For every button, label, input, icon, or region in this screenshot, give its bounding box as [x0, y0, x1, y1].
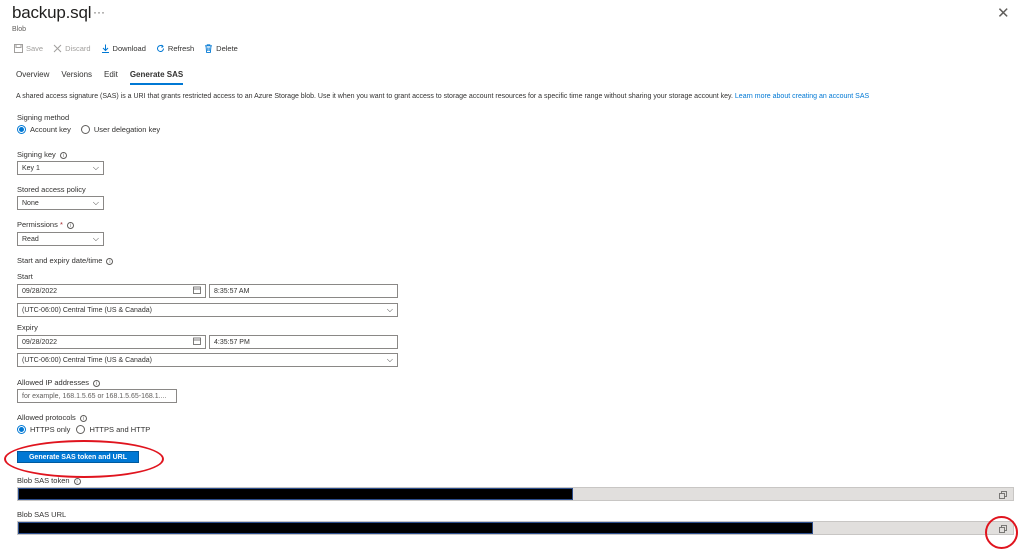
radio-https-and-http[interactable]: HTTPS and HTTP	[76, 425, 150, 434]
radio-selected-icon	[17, 125, 26, 134]
expiry-time-value: 4:35:57 PM	[214, 338, 250, 346]
permissions-value: Read	[22, 235, 39, 243]
annotation-circle-copy	[985, 516, 1018, 549]
close-button[interactable]: ✕	[997, 4, 1010, 22]
chevron-down-icon: ⌵	[386, 355, 393, 364]
radio-unselected-icon	[80, 125, 90, 134]
delete-button[interactable]: Delete	[204, 44, 238, 53]
redaction-bar	[18, 488, 573, 500]
delete-label: Delete	[216, 43, 238, 53]
stored-policy-value: None	[22, 199, 39, 207]
sas-token-field[interactable]	[17, 487, 1014, 501]
download-icon	[101, 44, 110, 53]
protocols-label: Allowed protocols i	[17, 413, 87, 422]
expiry-timezone-value: (UTC-06:00) Central Time (US & Canada)	[22, 356, 152, 364]
info-icon[interactable]: i	[93, 379, 100, 387]
info-icon[interactable]: i	[59, 151, 67, 159]
discard-label: Discard	[65, 43, 91, 53]
info-icon[interactable]: i	[106, 257, 114, 265]
calendar-icon[interactable]	[193, 286, 201, 296]
protocols-radio-group: HTTPS only HTTPS and HTTP	[17, 425, 150, 434]
permissions-label: Permissions * i	[17, 220, 74, 229]
radio-account-key-label: Account key	[30, 125, 71, 134]
refresh-label: Refresh	[167, 43, 195, 53]
sas-url-label: Blob SAS URL	[17, 510, 67, 519]
radio-https-and-http-label: HTTPS and HTTP	[89, 425, 151, 434]
expiry-date-input[interactable]: 09/28/2022	[17, 335, 206, 349]
page-title: backup.sql	[12, 3, 92, 22]
download-label: Download	[112, 43, 146, 53]
sas-description: A shared access signature (SAS) is a URI…	[16, 93, 869, 100]
radio-user-delegation-label: User delegation key	[93, 125, 161, 134]
description-text: A shared access signature (SAS) is a URI…	[16, 93, 733, 100]
info-icon[interactable]: i	[73, 477, 81, 485]
page-subtitle: Blob	[12, 26, 27, 33]
sas-token-label-text: Blob SAS token	[17, 476, 70, 485]
signing-key-label-text: Signing key	[17, 150, 56, 159]
discard-button[interactable]: Discard	[53, 43, 91, 53]
refresh-icon	[156, 44, 165, 53]
save-label: Save	[26, 43, 44, 53]
start-time-input[interactable]: 8:35:57 AM	[209, 284, 398, 298]
protocols-label-text: Allowed protocols	[17, 413, 76, 422]
command-bar: Save Discard Download Refresh Delete	[14, 42, 248, 54]
signing-method-label: Signing method	[17, 113, 70, 122]
radio-selected-icon	[17, 425, 26, 434]
redaction-bar	[18, 522, 813, 534]
allowed-ip-input[interactable]: for example, 168.1.5.65 or 168.1.5.65-16…	[17, 389, 177, 403]
start-timezone-value: (UTC-06:00) Central Time (US & Canada)	[22, 306, 152, 314]
radio-account-key[interactable]: Account key	[17, 125, 71, 134]
calendar-icon[interactable]	[193, 337, 201, 347]
info-icon[interactable]: i	[66, 221, 74, 229]
stored-policy-dropdown[interactable]: None ⌵	[17, 196, 104, 210]
stored-policy-label: Stored access policy	[17, 185, 86, 194]
ip-label: Allowed IP addresses i	[17, 378, 100, 387]
expiry-timezone-dropdown[interactable]: (UTC-06:00) Central Time (US & Canada) ⌵	[17, 353, 398, 367]
expiry-time-input[interactable]: 4:35:57 PM	[209, 335, 398, 349]
radio-user-delegation-key[interactable]: User delegation key	[80, 125, 161, 134]
chevron-down-icon: ⌵	[386, 305, 393, 314]
tab-generate-sas[interactable]: Generate SAS	[129, 70, 184, 85]
start-label: Start	[17, 272, 33, 281]
required-marker: *	[59, 220, 63, 229]
start-time-value: 8:35:57 AM	[214, 287, 250, 295]
annotation-circle-generate	[4, 440, 164, 478]
expiry-label: Expiry	[17, 323, 38, 332]
start-timezone-dropdown[interactable]: (UTC-06:00) Central Time (US & Canada) ⌵	[17, 303, 398, 317]
more-options-button[interactable]: ···	[93, 5, 105, 19]
tab-bar: Overview Versions Edit Generate SAS	[16, 70, 184, 85]
copy-icon[interactable]	[999, 491, 1007, 499]
trash-icon	[204, 43, 213, 53]
chevron-down-icon: ⌵	[92, 198, 99, 207]
radio-https-only[interactable]: HTTPS only	[17, 425, 70, 434]
radio-https-only-label: HTTPS only	[30, 425, 71, 434]
permissions-dropdown[interactable]: Read ⌵	[17, 232, 104, 246]
start-date-input[interactable]: 09/28/2022	[17, 284, 206, 298]
expiry-date-value: 09/28/2022	[22, 338, 58, 346]
info-icon[interactable]: i	[79, 414, 87, 422]
save-button[interactable]: Save	[14, 43, 44, 53]
radio-unselected-icon	[76, 425, 86, 434]
download-button[interactable]: Download	[101, 44, 146, 53]
save-icon	[14, 43, 23, 53]
datetime-label: Start and expiry date/time i	[17, 256, 114, 265]
signing-key-value: Key 1	[22, 164, 40, 172]
datetime-label-text: Start and expiry date/time	[17, 256, 103, 265]
tab-edit[interactable]: Edit	[104, 70, 118, 85]
ip-label-text: Allowed IP addresses	[17, 378, 89, 387]
signing-method-radio-group: Account key User delegation key	[17, 125, 160, 134]
signing-key-label: Signing key i	[17, 150, 67, 159]
sas-url-field[interactable]	[17, 521, 1014, 535]
refresh-button[interactable]: Refresh	[156, 44, 194, 53]
tab-overview[interactable]: Overview	[16, 70, 49, 85]
allowed-ip-placeholder: for example, 168.1.5.65 or 168.1.5.65-16…	[22, 392, 167, 400]
chevron-down-icon: ⌵	[92, 234, 99, 243]
discard-icon	[53, 44, 62, 53]
tab-versions[interactable]: Versions	[61, 70, 92, 85]
learn-more-link[interactable]: Learn more about creating an account SAS	[735, 93, 869, 100]
signing-key-dropdown[interactable]: Key 1 ⌵	[17, 161, 104, 175]
start-date-value: 09/28/2022	[22, 287, 58, 295]
permissions-label-text: Permissions	[17, 220, 58, 229]
chevron-down-icon: ⌵	[92, 163, 99, 172]
